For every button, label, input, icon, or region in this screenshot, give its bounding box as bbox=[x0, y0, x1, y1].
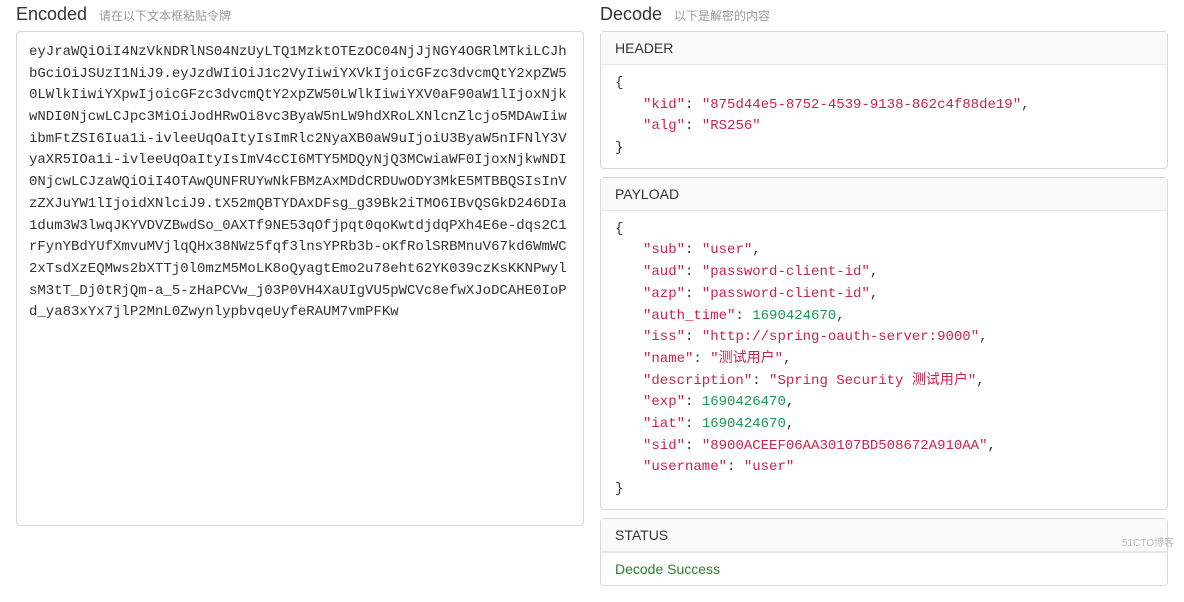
payload-azp-value: password-client-id bbox=[710, 286, 861, 302]
payload-sid-row: "sid": "8900ACEEF06AA30107BD508672A910AA… bbox=[615, 436, 1153, 458]
decode-title: Decode bbox=[600, 4, 662, 25]
decode-pane: Decode 以下是解密的内容 HEADER { "kid": "875d44e… bbox=[600, 4, 1168, 594]
header-kid-row: "kid": "875d44e5-8752-4539-9138-862c4f88… bbox=[615, 95, 1153, 117]
payload-iat-value: 1690424670 bbox=[702, 416, 786, 432]
payload-username-value: user bbox=[752, 459, 786, 475]
payload-iss-value: http://spring-oauth-server:9000 bbox=[710, 329, 970, 345]
payload-azp-row: "azp": "password-client-id", bbox=[615, 284, 1153, 306]
brace: { bbox=[615, 75, 623, 91]
payload-description-value: Spring Security 测试用户 bbox=[777, 373, 967, 389]
payload-sid-value: 8900ACEEF06AA30107BD508672A910AA bbox=[710, 438, 979, 454]
payload-iss-row: "iss": "http://spring-oauth-server:9000"… bbox=[615, 327, 1153, 349]
payload-username-row: "username": "user" bbox=[615, 457, 1153, 479]
payload-sub-value: user bbox=[710, 242, 744, 258]
encoded-input[interactable] bbox=[16, 31, 584, 526]
brace: } bbox=[615, 481, 623, 497]
status-section: STATUS Decode Success bbox=[600, 518, 1168, 586]
encoded-pane: Encoded 请在以下文本框粘贴令牌 bbox=[16, 4, 584, 594]
payload-name-value: 测试用户 bbox=[719, 351, 775, 367]
encoded-title: Encoded bbox=[16, 4, 87, 25]
main-container: Encoded 请在以下文本框粘贴令牌 Decode 以下是解密的内容 HEAD… bbox=[16, 4, 1168, 594]
payload-json: { "sub": "user","aud": "password-client-… bbox=[601, 211, 1167, 509]
payload-section: PAYLOAD { "sub": "user","aud": "password… bbox=[600, 177, 1168, 510]
payload-aud-value: password-client-id bbox=[710, 264, 861, 280]
header-alg-value: RS256 bbox=[710, 118, 752, 134]
brace: } bbox=[615, 140, 623, 156]
status-value: Decode Success bbox=[601, 552, 1167, 585]
header-alg-row: "alg": "RS256" bbox=[615, 116, 1153, 138]
payload-sub-row: "sub": "user", bbox=[615, 240, 1153, 262]
payload-description-row: "description": "Spring Security 测试用户", bbox=[615, 371, 1153, 393]
brace: { bbox=[615, 221, 623, 237]
header-section-label: HEADER bbox=[601, 32, 1167, 65]
payload-section-label: PAYLOAD bbox=[601, 178, 1167, 211]
encoded-title-row: Encoded 请在以下文本框粘贴令牌 bbox=[16, 4, 584, 31]
header-kid-value: 875d44e5-8752-4539-9138-862c4f88de19 bbox=[710, 97, 1012, 113]
decode-hint: 以下是解密的内容 bbox=[674, 9, 770, 23]
payload-name-row: "name": "测试用户", bbox=[615, 349, 1153, 371]
payload-iat-row: "iat": 1690424670, bbox=[615, 414, 1153, 436]
payload-authtime-value: 1690424670 bbox=[752, 308, 836, 324]
payload-aud-row: "aud": "password-client-id", bbox=[615, 262, 1153, 284]
header-json: { "kid": "875d44e5-8752-4539-9138-862c4f… bbox=[601, 65, 1167, 168]
status-section-label: STATUS bbox=[601, 519, 1167, 552]
decode-title-row: Decode 以下是解密的内容 bbox=[600, 4, 1168, 31]
encoded-hint: 请在以下文本框粘贴令牌 bbox=[99, 9, 231, 23]
payload-exp-value: 1690426470 bbox=[702, 394, 786, 410]
payload-exp-row: "exp": 1690426470, bbox=[615, 392, 1153, 414]
header-section: HEADER { "kid": "875d44e5-8752-4539-9138… bbox=[600, 31, 1168, 169]
watermark: 51CTO博客 bbox=[1122, 534, 1174, 549]
payload-authtime-row: "auth_time": 1690424670, bbox=[615, 306, 1153, 328]
